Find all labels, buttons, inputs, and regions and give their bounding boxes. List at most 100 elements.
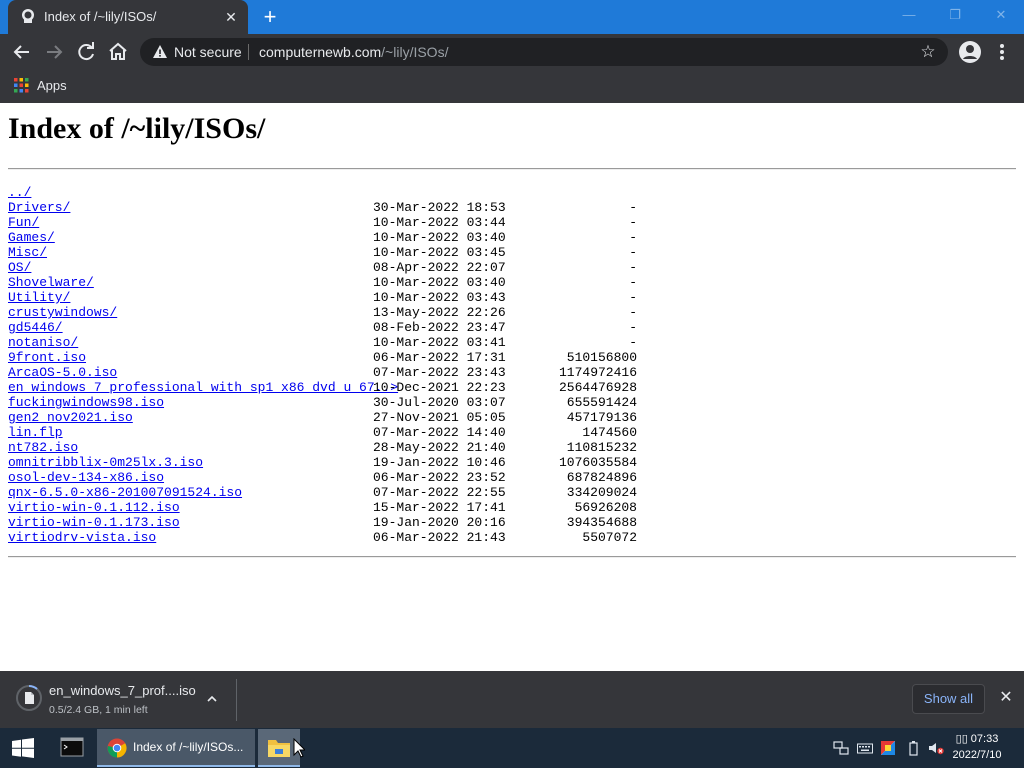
modified-date: 10-Mar-2022 03:43: [373, 290, 506, 305]
page-content: Index of /~lily/ISOs/ ../Drivers/30-Mar-…: [0, 103, 1024, 671]
modified-date: 10-Dec-2021 22:23: [373, 380, 506, 395]
file-size: -: [629, 305, 637, 320]
modified-date: 07-Mar-2022 23:43: [373, 365, 506, 380]
file-size: 2564476928: [558, 380, 637, 395]
close-window-button[interactable]: ✕: [978, 0, 1024, 30]
file-link[interactable]: virtiodrv-vista.iso: [8, 530, 156, 545]
modified-date: 13-May-2022 22:26: [373, 305, 506, 320]
file-link[interactable]: en_windows_7_professional_with_sp1_x86_d…: [8, 380, 398, 395]
bottom-divider: [8, 556, 1016, 558]
apps-grid-icon[interactable]: [14, 78, 29, 93]
reload-icon[interactable]: [73, 39, 99, 65]
home-icon[interactable]: [105, 39, 131, 65]
page-favicon-icon: [22, 9, 34, 23]
modified-date: 19-Jan-2020 20:16: [373, 515, 506, 530]
warning-icon[interactable]: [152, 44, 168, 60]
modified-date: 30-Mar-2022 18:53: [373, 200, 506, 215]
directory-link[interactable]: Fun/: [8, 215, 39, 230]
url-text[interactable]: computernewb.com/~lily/ISOs/: [259, 44, 448, 60]
taskbar-chrome-label: Index of /~lily/ISOs...: [133, 740, 244, 754]
terminal-icon[interactable]: [50, 730, 94, 766]
windows-start-icon[interactable]: [12, 738, 34, 758]
file-size: -: [629, 200, 637, 215]
directory-link[interactable]: Utility/: [8, 290, 70, 305]
browser-tab[interactable]: Index of /~lily/ISOs/ ✕: [8, 0, 248, 34]
close-icon[interactable]: ✕: [996, 688, 1016, 708]
tab-title: Index of /~lily/ISOs/: [44, 9, 157, 24]
close-tab-icon[interactable]: ✕: [222, 8, 240, 26]
modified-date: 15-Mar-2022 17:41: [373, 500, 506, 515]
modified-date: 10-Mar-2022 03:41: [373, 335, 506, 350]
forward-icon[interactable]: [41, 39, 67, 65]
back-icon[interactable]: [9, 39, 35, 65]
file-size: -: [629, 320, 637, 335]
modified-date: 10-Mar-2022 03:40: [373, 230, 506, 245]
clock-time[interactable]: ▯▯ 07:33: [940, 732, 1014, 745]
minimize-window-button[interactable]: —: [886, 0, 932, 30]
show-all-button[interactable]: Show all: [912, 684, 985, 714]
file-size: -: [629, 275, 637, 290]
modified-date: 06-Mar-2022 21:43: [373, 530, 506, 545]
directory-link[interactable]: Drivers/: [8, 200, 70, 215]
file-link[interactable]: qnx-6.5.0-x86-201007091524.iso: [8, 485, 242, 500]
new-tab-icon[interactable]: +: [258, 6, 282, 28]
menu-icon[interactable]: [989, 39, 1015, 65]
file-size: 1174972416: [558, 365, 637, 380]
battery-icon[interactable]: [905, 740, 921, 756]
security-status[interactable]: Not secure: [174, 44, 242, 60]
modified-date: 10-Mar-2022 03:45: [373, 245, 506, 260]
directory-link[interactable]: Misc/: [8, 245, 47, 260]
shelf-divider: [236, 679, 237, 721]
file-size: 5507072: [582, 530, 637, 545]
file-link[interactable]: lin.flp: [8, 425, 63, 440]
file-link[interactable]: 9front.iso: [8, 350, 86, 365]
network-icon[interactable]: [833, 740, 849, 756]
chevron-up-icon[interactable]: [202, 689, 222, 709]
directory-link[interactable]: Games/: [8, 230, 55, 245]
page-title: Index of /~lily/ISOs/: [8, 112, 266, 145]
color-icon[interactable]: [880, 740, 896, 756]
directory-link[interactable]: Shovelware/: [8, 275, 94, 290]
file-size: -: [629, 290, 637, 305]
browser-toolbar: Not secure computernewb.com/~lily/ISOs/ …: [0, 34, 1024, 70]
file-link[interactable]: fuckingwindows98.iso: [8, 395, 164, 410]
modified-date: 06-Mar-2022 17:31: [373, 350, 506, 365]
file-size: 56926208: [574, 500, 637, 515]
directory-link[interactable]: notaniso/: [8, 335, 78, 350]
modified-date: 30-Jul-2020 03:07: [373, 395, 506, 410]
file-size: 655591424: [566, 395, 637, 410]
file-link[interactable]: omnitribblix-0m25lx.3.iso: [8, 455, 203, 470]
file-size: -: [629, 335, 637, 350]
star-icon[interactable]: ☆: [918, 42, 938, 62]
file-link[interactable]: osol-dev-134-x86.iso: [8, 470, 164, 485]
directory-link[interactable]: ../: [8, 185, 31, 200]
file-size: 110815232: [566, 440, 637, 455]
directory-link[interactable]: crustywindows/: [8, 305, 117, 320]
file-link[interactable]: virtio-win-0.1.112.iso: [8, 500, 180, 515]
file-size: 1474560: [582, 425, 637, 440]
restore-window-button[interactable]: ❐: [932, 0, 978, 30]
clock-date[interactable]: 2022/7/10: [940, 749, 1014, 761]
download-shelf: en_windows_7_prof....iso 0.5/2.4 GB, 1 m…: [0, 671, 1024, 728]
tab-strip: Index of /~lily/ISOs/ ✕ + — ❐ ✕: [0, 0, 1024, 34]
omnibox-divider: [248, 44, 249, 60]
directory-link[interactable]: OS/: [8, 260, 31, 275]
file-link[interactable]: gen2_nov2021.iso: [8, 410, 133, 425]
url-path: /~lily/ISOs/: [381, 44, 449, 60]
profile-icon[interactable]: [957, 39, 983, 65]
address-bar[interactable]: Not secure computernewb.com/~lily/ISOs/ …: [140, 38, 948, 66]
file-link[interactable]: ArcaOS-5.0.iso: [8, 365, 117, 380]
directory-link[interactable]: gd5446/: [8, 320, 63, 335]
modified-date: 06-Mar-2022 23:52: [373, 470, 506, 485]
file-link[interactable]: nt782.iso: [8, 440, 78, 455]
file-size: 510156800: [566, 350, 637, 365]
top-divider: [8, 168, 1016, 170]
bookmark-apps[interactable]: Apps: [37, 78, 67, 93]
modified-date: 08-Apr-2022 22:07: [373, 260, 506, 275]
modified-date: 07-Mar-2022 22:55: [373, 485, 506, 500]
file-link[interactable]: virtio-win-0.1.173.iso: [8, 515, 180, 530]
modified-date: 10-Mar-2022 03:44: [373, 215, 506, 230]
modified-date: 27-Nov-2021 05:05: [373, 410, 506, 425]
keyboard-icon[interactable]: [857, 740, 873, 756]
taskbar-chrome-window[interactable]: Index of /~lily/ISOs...: [97, 729, 255, 767]
